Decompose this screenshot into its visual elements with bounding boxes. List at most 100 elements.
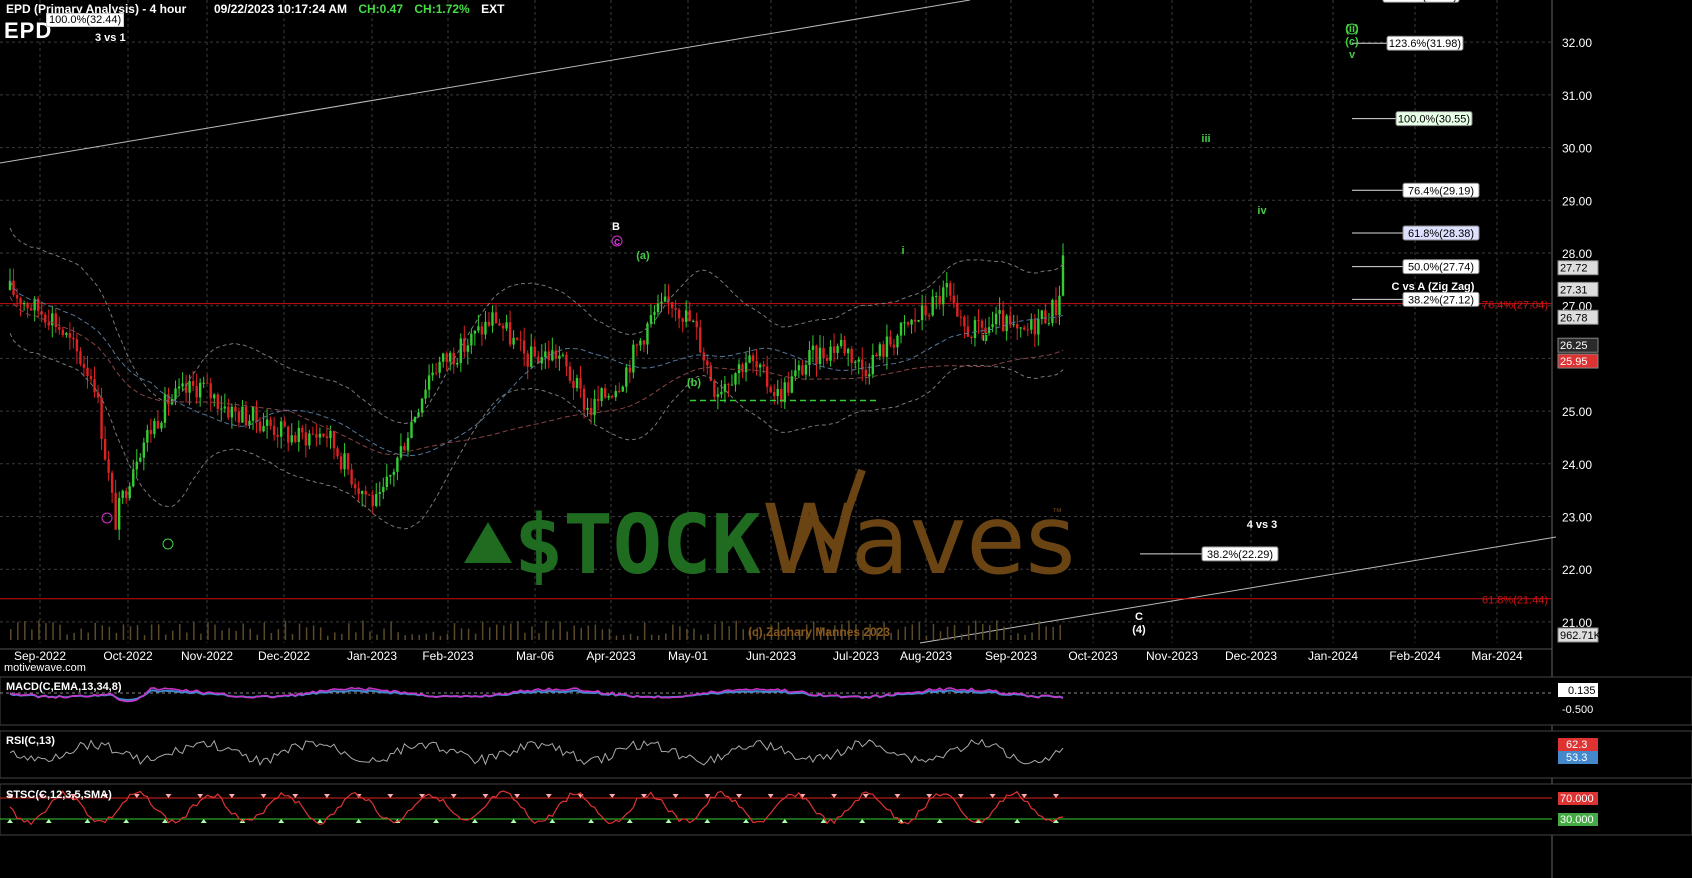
- candle-body: [434, 372, 438, 374]
- volume-bar: [679, 626, 681, 640]
- candle-body: [515, 337, 519, 340]
- candle-body: [977, 320, 980, 322]
- volume-bar: [488, 627, 491, 640]
- upper-band: [9, 227, 1064, 425]
- rsi-label: RSI(C,13): [6, 735, 55, 747]
- candle-body: [734, 373, 737, 385]
- volume-bar: [172, 630, 174, 640]
- candle-body: [843, 339, 846, 354]
- candle-body: [857, 359, 860, 362]
- candle-body: [117, 498, 121, 530]
- candle-body: [839, 339, 843, 347]
- volume-bar: [52, 622, 54, 640]
- indicator-pane: [0, 676, 1692, 726]
- x-tick-label: Feb-2023: [422, 649, 474, 663]
- candle-body: [554, 350, 558, 359]
- volume-bar: [425, 633, 428, 640]
- volume-bar: [369, 631, 371, 640]
- volume-bar: [446, 633, 449, 640]
- volume-bar: [439, 635, 442, 640]
- volume-bar: [164, 634, 167, 640]
- volume-bar: [94, 622, 97, 640]
- volume-bar: [714, 624, 716, 640]
- candle-body: [649, 315, 653, 324]
- volume-bar: [390, 621, 392, 640]
- candle-body: [829, 346, 832, 361]
- candle-body: [491, 312, 494, 326]
- candle-body: [318, 433, 322, 438]
- volume-bar: [263, 622, 266, 640]
- volume-bar: [24, 621, 26, 640]
- price-chart[interactable]: Sep-2022 Oct-2022 Nov-2022 Dec-2022 Jan-2023…: [0, 0, 1692, 878]
- candle-body: [480, 326, 484, 335]
- volume-bar: [59, 624, 61, 640]
- indicator-pane: [0, 783, 1692, 836]
- note-c-vs-a: C vs A (Zig Zag): [1392, 281, 1475, 293]
- candle-body: [875, 354, 878, 357]
- volume-bar: [559, 621, 561, 640]
- volume-bar: [474, 633, 477, 640]
- candle-body: [801, 365, 804, 375]
- candle-body: [146, 430, 149, 443]
- volume-bar: [284, 620, 287, 640]
- candle-body: [882, 344, 885, 357]
- fib-label: 136.2%(32.89): [1385, 0, 1457, 2]
- candle-body: [174, 388, 177, 400]
- candle-body: [191, 381, 195, 386]
- candle-body: [107, 459, 110, 473]
- level-label: 76.4%(27.04): [1482, 300, 1548, 312]
- candle-body: [103, 439, 107, 460]
- candle-body: [350, 469, 353, 485]
- candle-body: [156, 421, 160, 429]
- volume-bar: [566, 631, 568, 640]
- session: EXT: [481, 2, 505, 16]
- candle-body: [29, 308, 33, 311]
- volume-bar: [214, 624, 216, 640]
- candle-body: [688, 310, 691, 322]
- candle-body: [431, 372, 434, 376]
- candle-body: [600, 388, 603, 402]
- candle-body: [949, 283, 952, 296]
- volume-bar: [326, 635, 329, 640]
- volume-bar: [622, 635, 625, 640]
- stsc-label: STSC(C,12,3,5,SMA): [6, 789, 112, 801]
- x-tick-label: Mar-06: [516, 649, 554, 663]
- x-tick-label: Dec-2023: [1225, 649, 1277, 663]
- candle-body: [945, 283, 948, 288]
- candle-body: [910, 319, 913, 325]
- candle-body: [776, 388, 779, 397]
- candle-body: [906, 322, 910, 325]
- candle-body: [1058, 295, 1061, 316]
- candle-body: [519, 339, 522, 341]
- upper-trendline: [0, 0, 971, 164]
- candle-body: [639, 340, 642, 346]
- header-datetime: 09/22/2023 10:17:24 AM CH:0.47 CH:1.72% …: [214, 2, 504, 16]
- candle-body: [663, 296, 667, 302]
- wave-label: v: [1349, 49, 1356, 61]
- volume-bar: [686, 628, 688, 640]
- candle-body: [868, 374, 871, 377]
- candle-body: [346, 453, 350, 470]
- candle-body: [508, 322, 512, 345]
- volume-bar: [481, 621, 484, 640]
- x-tick-label: Aug-2023: [900, 649, 952, 663]
- volume-bar: [249, 628, 251, 640]
- volume-bar: [545, 621, 547, 640]
- fib-label: 38.2%(27.12): [1408, 294, 1474, 306]
- candle-body: [927, 315, 931, 317]
- volume-bar: [1038, 621, 1040, 640]
- candle-body: [325, 436, 329, 439]
- candle-body: [674, 308, 677, 310]
- candle-body: [121, 490, 124, 499]
- candle-body: [741, 364, 744, 373]
- candle-body: [198, 382, 202, 398]
- volume-bar: [66, 634, 68, 640]
- volume-bar: [960, 634, 963, 640]
- volume-bar: [1010, 634, 1012, 640]
- volume-bar: [721, 621, 723, 640]
- candle-body: [628, 367, 632, 373]
- candle-body: [646, 323, 649, 345]
- candle-body: [695, 320, 698, 328]
- volume-bar: [277, 629, 280, 640]
- candle-body: [406, 437, 410, 451]
